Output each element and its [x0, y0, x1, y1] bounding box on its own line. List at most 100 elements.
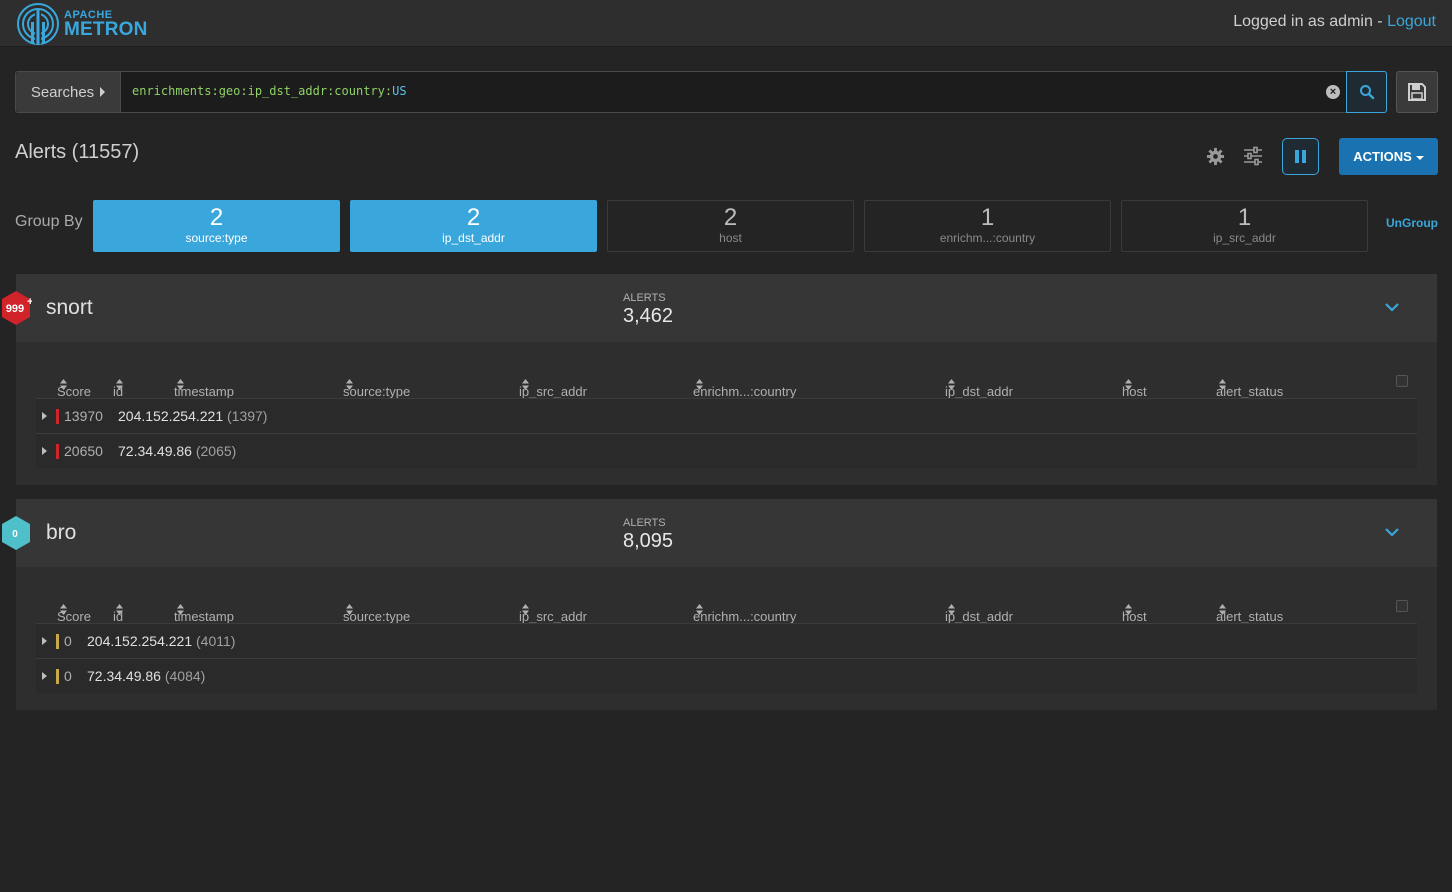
group-by-ip-dst-addr[interactable]: 2 ip_dst_addr	[350, 200, 597, 252]
logo-line2: METRON	[64, 18, 148, 40]
column-label: enrichm...:country	[693, 609, 797, 624]
column-header[interactable]: enrichm...:country	[693, 601, 796, 624]
actions-button[interactable]: ACTIONS	[1339, 138, 1438, 175]
searches-button[interactable]: Searches	[16, 72, 121, 112]
caret-right-icon	[100, 87, 106, 97]
clear-search-icon[interactable]: ×	[1326, 85, 1340, 99]
column-header[interactable]: host	[1122, 601, 1147, 624]
column-header[interactable]: timestamp	[174, 601, 234, 624]
chevron-down-icon[interactable]	[1384, 526, 1400, 538]
group-by-source-type[interactable]: 2 source:type	[93, 200, 340, 252]
metron-logo[interactable]: APACHE METRON	[14, 2, 148, 46]
score-indicator	[56, 409, 59, 424]
gear-icon[interactable]	[1206, 147, 1225, 166]
column-label: source:type	[343, 609, 411, 624]
column-header[interactable]: id	[113, 376, 123, 399]
column-label: ip_dst_addr	[945, 384, 1013, 399]
pause-icon	[1295, 150, 1299, 163]
group-by-enrichm-country[interactable]: 1 enrichm...:country	[864, 200, 1111, 252]
table-row[interactable]: 0 204.152.254.221 (4011)	[36, 623, 1417, 658]
row-count: (1397)	[227, 408, 268, 424]
alert-group-bro: bro ALERTS 8,095 0 Score id timestamp source:ty…	[2, 499, 1437, 710]
column-header[interactable]: id	[113, 601, 123, 624]
column-label: Score	[57, 384, 91, 399]
search-icon	[1359, 85, 1374, 100]
select-all-checkbox[interactable]	[1396, 375, 1408, 387]
logout-link[interactable]: Logout	[1387, 13, 1436, 30]
column-header[interactable]: ip_src_addr	[519, 376, 587, 399]
column-header[interactable]: ip_src_addr	[519, 601, 587, 624]
query-value: US	[392, 84, 407, 98]
row-ip: 72.34.49.86 (2065)	[118, 443, 236, 459]
column-header[interactable]: alert_status	[1216, 376, 1283, 399]
column-header[interactable]: host	[1122, 376, 1147, 399]
column-label: timestamp	[174, 384, 234, 399]
login-text: Logged in as admin -	[1233, 13, 1388, 30]
group-by-count: 1	[980, 204, 995, 231]
group-name: bro	[46, 521, 77, 544]
top-bar: APACHE METRON Logged in as admin - Logou…	[0, 0, 1452, 47]
column-header[interactable]: source:type	[343, 376, 410, 399]
group-header[interactable]: bro ALERTS 8,095 0	[2, 499, 1437, 567]
alerts-title: Alerts (11557)	[15, 141, 140, 163]
select-all-checkbox[interactable]	[1396, 600, 1408, 612]
metron-logo-icon	[17, 3, 59, 45]
column-header[interactable]: source:type	[343, 601, 410, 624]
column-label: host	[1122, 384, 1147, 399]
badge-score: 999	[6, 303, 24, 315]
table-header: Score id timestamp source:type ip_src_addr en…	[36, 368, 1417, 399]
table-row[interactable]: 20650 72.34.49.86 (2065)	[36, 433, 1417, 468]
group-by-host[interactable]: 2 host	[607, 200, 854, 252]
row-score: 0	[64, 633, 72, 649]
alerts-count: 3,462	[623, 305, 674, 327]
table-row[interactable]: 13970 204.152.254.221 (1397)	[36, 398, 1417, 433]
table-row[interactable]: 0 72.34.49.86 (4084)	[36, 658, 1417, 693]
group-by-count: 1	[1237, 204, 1252, 231]
row-count: (2065)	[195, 443, 237, 459]
score-indicator	[56, 634, 59, 649]
column-label: host	[1122, 609, 1147, 624]
pause-button[interactable]	[1282, 138, 1319, 175]
column-label: id	[113, 384, 124, 399]
row-ip-address: 72.34.49.86	[118, 443, 192, 459]
column-header[interactable]: enrichm...:country	[693, 376, 796, 399]
row-ip: 72.34.49.86 (4084)	[87, 668, 205, 684]
search-input[interactable]: enrichments:geo:ip_dst_addr:country:US	[132, 84, 407, 98]
column-header[interactable]: ip_dst_addr	[945, 376, 1013, 399]
score-indicator	[56, 444, 59, 459]
expand-arrow-icon[interactable]	[42, 412, 47, 420]
group-by-ip-src-addr[interactable]: 1 ip_src_addr	[1121, 200, 1368, 252]
group-by-label: Group By	[15, 213, 83, 230]
expand-arrow-icon[interactable]	[42, 637, 47, 645]
save-search-button[interactable]	[1396, 71, 1438, 113]
score-indicator	[56, 669, 59, 684]
expand-arrow-icon[interactable]	[42, 672, 47, 680]
column-header[interactable]: ip_dst_addr	[945, 601, 1013, 624]
column-header[interactable]: alert_status	[1216, 601, 1283, 624]
row-score: 13970	[64, 408, 103, 424]
table-header: Score id timestamp source:type ip_src_addr en…	[36, 593, 1417, 624]
group-by-count: 2	[466, 204, 481, 231]
alerts-label: ALERTS	[623, 517, 666, 529]
row-score: 0	[64, 668, 72, 684]
chevron-down-icon[interactable]	[1384, 301, 1400, 313]
column-header[interactable]: Score	[57, 376, 91, 399]
ungroup-link[interactable]: UnGroup	[1386, 216, 1438, 230]
group-by-count: 2	[209, 204, 224, 231]
search-button[interactable]	[1346, 71, 1387, 113]
column-header[interactable]: Score	[57, 601, 91, 624]
badge-plus: +	[27, 296, 32, 308]
column-label: ip_src_addr	[519, 384, 587, 399]
sliders-icon[interactable]	[1243, 146, 1263, 166]
group-by-name: enrichm...:country	[939, 231, 1036, 245]
group-header[interactable]: snort ALERTS 3,462 999 +	[2, 274, 1437, 342]
row-ip: 204.152.254.221 (1397)	[118, 408, 267, 424]
expand-arrow-icon[interactable]	[42, 447, 47, 455]
group-by-name: ip_dst_addr	[442, 231, 505, 245]
group-by-name: host	[719, 231, 742, 245]
group-by-name: source:type	[185, 231, 248, 245]
group-by-name: ip_src_addr	[1213, 231, 1276, 245]
column-header[interactable]: timestamp	[174, 376, 234, 399]
column-label: source:type	[343, 384, 411, 399]
column-label: Score	[57, 609, 91, 624]
